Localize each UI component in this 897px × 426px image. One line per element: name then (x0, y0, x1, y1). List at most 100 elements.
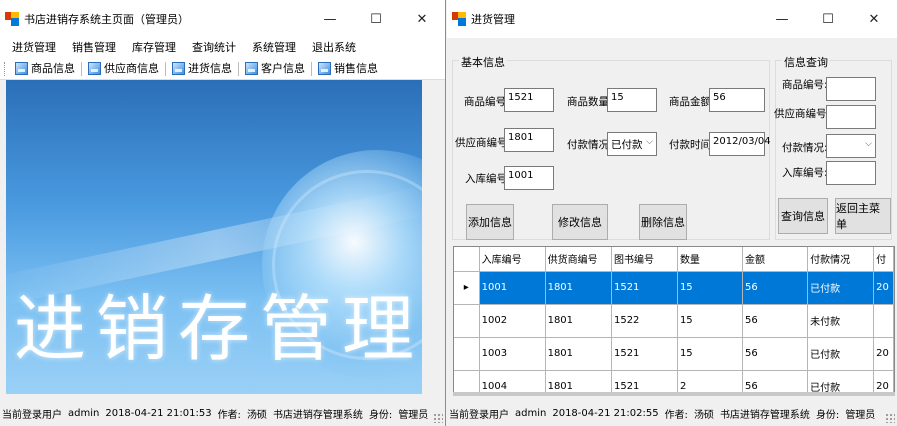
toolbar-label: 进货信息 (188, 61, 232, 75)
menu-query-stats[interactable]: 查询统计 (184, 38, 244, 58)
grid-cell[interactable]: 15 (677, 337, 744, 371)
grid-col-payment[interactable]: 付款情况 (807, 247, 875, 272)
row-header[interactable] (454, 304, 480, 338)
grid-cell[interactable]: 未付款 (807, 304, 875, 338)
status-role-label: 身份: (815, 409, 840, 421)
grid-col-amount[interactable]: 金额 (742, 247, 809, 272)
product-id-label: 商品编号: (464, 96, 510, 108)
amount-field[interactable]: 56 (709, 88, 765, 112)
menu-exit[interactable]: 退出系统 (304, 38, 364, 58)
status-user-label: 当前登录用户 (2, 409, 62, 421)
menu-purchase[interactable]: 进货管理 (4, 38, 64, 58)
table-row[interactable]: 1003 1801 1521 15 56 已付款 20 (454, 337, 894, 371)
purchase-grid[interactable]: 入库编号 供货商编号 图书编号 数量 金额 付款情况 付 ▸ 1001 1801… (453, 246, 895, 396)
grid-cell[interactable]: 56 (742, 304, 809, 338)
grid-horizontal-scrollbar[interactable] (453, 392, 895, 396)
status-system: 书店进销存管理系统 (719, 409, 810, 421)
toolbar-sales-info[interactable]: 销售信息 (314, 59, 382, 79)
maximize-button[interactable]: ☐ (805, 0, 851, 38)
toolbar-separator (81, 61, 82, 76)
resize-grip[interactable] (433, 413, 443, 423)
grid-cell[interactable]: 1522 (611, 304, 678, 338)
grid-cell[interactable] (873, 304, 894, 338)
basic-info-title: 基本信息 (459, 54, 507, 70)
grid-cell[interactable]: 1801 (545, 271, 612, 305)
toolbar-purchase-info[interactable]: 进货信息 (168, 59, 236, 79)
main-titlebar[interactable]: 书店进销存系统主页面（管理员） — ☐ ✕ (0, 0, 445, 38)
grid-cell[interactable]: 20 (873, 337, 894, 371)
supplier-id-field[interactable]: 1801 (504, 128, 554, 152)
toolbar-product-info[interactable]: 商品信息 (11, 59, 79, 79)
minimize-button[interactable]: — (307, 0, 353, 38)
query-product-id-field[interactable] (826, 77, 876, 101)
status-role: 管理员 (398, 409, 429, 421)
query-group: 信息查询 商品编号: 供应商编号: 付款情况: ⌵ 入库编号: 查询信息 返回主… (774, 54, 892, 240)
query-title: 信息查询 (782, 54, 830, 70)
grid-col-quantity[interactable]: 数量 (677, 247, 744, 272)
grid-header-row: 入库编号 供货商编号 图书编号 数量 金额 付款情况 付 (454, 247, 894, 272)
stock-id-field[interactable]: 1001 (504, 166, 554, 190)
grid-cell[interactable]: 15 (677, 271, 744, 305)
grid-cell[interactable]: 20 (873, 271, 894, 305)
pay-time-field[interactable]: 2012/03/04 (709, 132, 771, 156)
minimize-button[interactable]: — (759, 0, 805, 38)
query-supplier-id-field[interactable] (826, 105, 876, 129)
grid-cell[interactable]: 1001 (479, 271, 546, 305)
grid-col-book-id[interactable]: 图书编号 (611, 247, 678, 272)
close-button[interactable]: ✕ (399, 0, 445, 38)
app-icon (5, 12, 19, 26)
purchase-titlebar[interactable]: 进货管理 — ☐ ✕ (447, 0, 897, 38)
query-info-button[interactable]: 查询信息 (778, 198, 828, 234)
grid-cell[interactable]: 56 (742, 271, 809, 305)
query-payment-combo[interactable]: ⌵ (826, 134, 876, 158)
query-product-id-label: 商品编号: (782, 79, 828, 91)
resize-grip[interactable] (885, 413, 895, 423)
row-header[interactable] (454, 337, 480, 371)
menu-sales[interactable]: 销售管理 (64, 38, 124, 58)
grid-cell[interactable]: 56 (742, 337, 809, 371)
menu-inventory[interactable]: 库存管理 (124, 38, 184, 58)
grid-cell[interactable]: 1002 (479, 304, 546, 338)
table-row[interactable]: ▸ 1001 1801 1521 15 56 已付款 20 (454, 271, 894, 305)
banner-image: 进销存管理 (6, 80, 422, 394)
grid-col-stock-id[interactable]: 入库编号 (479, 247, 546, 272)
grid-col-pay-time[interactable]: 付 (873, 247, 894, 272)
toolbar-grip[interactable] (4, 61, 7, 76)
payment-label: 付款情况: (567, 139, 613, 151)
edit-info-button[interactable]: 修改信息 (552, 204, 608, 240)
toolbar-supplier-info[interactable]: 供应商信息 (84, 59, 163, 79)
status-author: 汤硕 (693, 409, 714, 421)
quantity-field[interactable]: 15 (607, 88, 657, 112)
delete-info-button[interactable]: 删除信息 (639, 204, 687, 240)
back-to-menu-button[interactable]: 返回主菜单 (835, 198, 891, 234)
grid-cell[interactable]: 1801 (545, 304, 612, 338)
status-system: 书店进销存管理系统 (272, 409, 363, 421)
picture-icon (318, 62, 331, 75)
grid-cell[interactable]: 已付款 (807, 337, 875, 371)
grid-cell[interactable]: 已付款 (807, 271, 875, 305)
main-statusbar: 当前登录用户 admin 2018-04-21 21:01:53 作者: 汤硕 … (0, 400, 445, 426)
supplier-id-label: 供应商编号: (455, 137, 512, 149)
status-user-label: 当前登录用户 (449, 409, 509, 421)
grid-cell[interactable]: 15 (677, 304, 744, 338)
grid-col-supplier-id[interactable]: 供货商编号 (545, 247, 612, 272)
close-button[interactable]: ✕ (851, 0, 897, 38)
product-id-field[interactable]: 1521 (504, 88, 554, 112)
menu-system[interactable]: 系统管理 (244, 38, 304, 58)
grid-cell[interactable]: 1003 (479, 337, 546, 371)
query-stock-id-field[interactable] (826, 161, 876, 185)
maximize-button[interactable]: ☐ (353, 0, 399, 38)
status-author: 汤硕 (246, 409, 267, 421)
grid-cell[interactable]: 1801 (545, 337, 612, 371)
table-row[interactable]: 1002 1801 1522 15 56 未付款 (454, 304, 894, 338)
toolbar-label: 销售信息 (334, 61, 378, 75)
grid-cell[interactable]: 1521 (611, 271, 678, 305)
picture-icon (245, 62, 258, 75)
toolbar-customer-info[interactable]: 客户信息 (241, 59, 309, 79)
grid-cell[interactable]: 1521 (611, 337, 678, 371)
status-user: admin (68, 407, 100, 419)
grid-corner[interactable] (454, 247, 480, 272)
add-info-button[interactable]: 添加信息 (466, 204, 514, 240)
payment-combo[interactable]: 已付款 ⌵ (607, 132, 657, 156)
row-indicator-icon[interactable]: ▸ (454, 271, 480, 305)
